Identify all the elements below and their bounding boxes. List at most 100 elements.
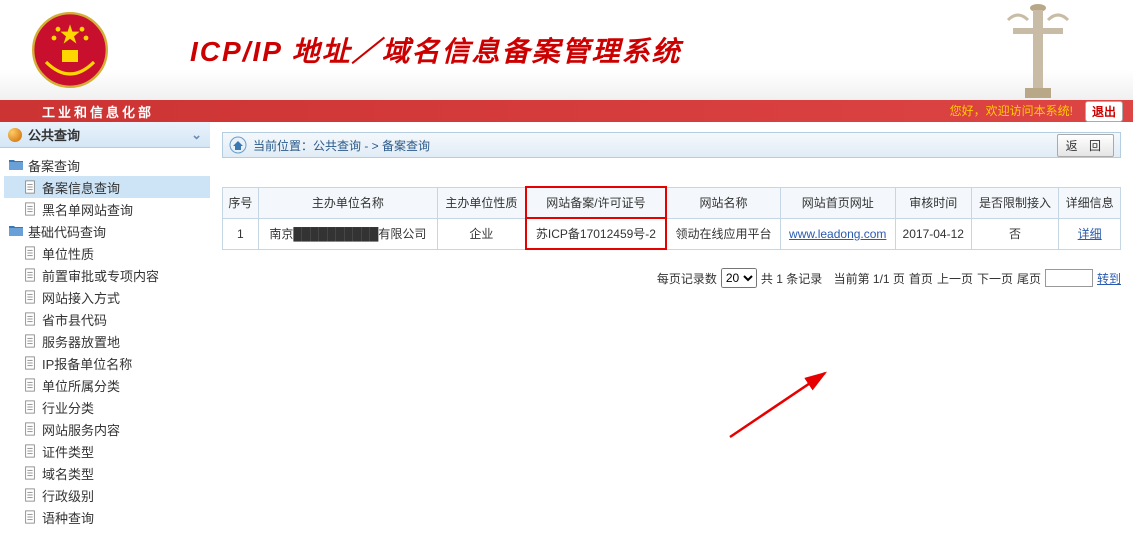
document-icon <box>22 399 38 415</box>
detail-link[interactable]: 详细 <box>1078 227 1102 241</box>
sidebar-title[interactable]: 公共查询 ⌄ <box>0 122 210 148</box>
tree-item-basecode-0[interactable]: 单位性质 <box>4 242 210 264</box>
pager-current: 当前第 1/1 页 <box>834 270 905 287</box>
tree-label: 证件类型 <box>42 442 94 461</box>
document-icon <box>22 311 38 327</box>
tree-item-basecode-6[interactable]: 单位所属分类 <box>4 374 210 396</box>
tree-label: 行政级别 <box>42 486 94 505</box>
col-header: 审核时间 <box>895 187 971 218</box>
breadcrumb: 当前位置：公共查询 - > 备案查询 返 回 <box>222 132 1121 158</box>
tree-label: 基础代码查询 <box>28 222 106 241</box>
document-icon <box>22 421 38 437</box>
tree-label: IP报备单位名称 <box>42 354 132 373</box>
pager: 每页记录数 20 共 1 条记录 当前第 1/1 页 首页 上一页 下一页 尾页… <box>222 268 1121 288</box>
system-title: ICP/IP 地址／域名信息备案管理系统 <box>190 30 682 70</box>
folder-icon <box>8 157 24 173</box>
ministry-name: 工业和信息化部 <box>42 102 154 121</box>
tree-label: 省市县代码 <box>42 310 107 329</box>
document-icon <box>22 333 38 349</box>
pager-last[interactable]: 尾页 <box>1017 270 1041 287</box>
tree-item-basecode-7[interactable]: 行业分类 <box>4 396 210 418</box>
document-icon <box>22 355 38 371</box>
logout-button[interactable]: 退出 <box>1085 101 1123 122</box>
home-icon[interactable] <box>229 136 247 154</box>
breadcrumb-text: 当前位置：公共查询 - > 备案查询 <box>253 137 1057 154</box>
cell-index: 1 <box>223 218 259 249</box>
results-table: 序号主办单位名称主办单位性质网站备案/许可证号网站名称网站首页网址审核时间是否限… <box>222 186 1121 250</box>
national-emblem-icon <box>30 10 110 90</box>
tree-label: 域名类型 <box>42 464 94 483</box>
cell-license-highlighted: 苏ICP备17012459号-2 <box>526 218 667 249</box>
tree-group-basecode[interactable]: 基础代码查询 <box>4 220 210 242</box>
tree-label: 单位所属分类 <box>42 376 120 395</box>
tree-item-basecode-12[interactable]: 语种查询 <box>4 506 210 528</box>
pager-goto-input[interactable] <box>1045 269 1093 287</box>
cell-url: www.leadong.com <box>780 218 895 249</box>
perpage-label: 每页记录数 <box>657 270 717 287</box>
tree-item-blacklist[interactable]: 黑名单网站查询 <box>4 198 210 220</box>
cell-audit: 2017-04-12 <box>895 218 971 249</box>
cell-sponsor: 南京██████████有限公司 <box>258 218 437 249</box>
pager-prev[interactable]: 上一页 <box>937 270 973 287</box>
nav-tree: 备案查询 备案信息查询 黑名单网站查询 基础代码查询 单位性质前置审批或专项内容… <box>0 148 210 534</box>
tree-item-basecode-8[interactable]: 网站服务内容 <box>4 418 210 440</box>
tree-label: 单位性质 <box>42 244 94 263</box>
welcome-text: 您好，欢迎访问本系统! <box>950 102 1073 119</box>
huabiao-ornament-icon <box>1003 0 1073 100</box>
cell-detail: 详细 <box>1059 218 1121 249</box>
tree-label: 前置审批或专项内容 <box>42 266 159 285</box>
col-header: 序号 <box>223 187 259 218</box>
document-icon <box>22 267 38 283</box>
col-header: 网站备案/许可证号 <box>526 187 667 218</box>
cell-restricted: 否 <box>971 218 1059 249</box>
tree-label: 语种查询 <box>42 508 94 527</box>
perpage-select[interactable]: 20 <box>721 268 757 288</box>
pager-next[interactable]: 下一页 <box>977 270 1013 287</box>
sidebar: 公共查询 ⌄ 备案查询 备案信息查询 黑名单网站查询 基础代码查询 单位性质前置… <box>0 122 210 534</box>
bullet-icon <box>8 128 22 142</box>
tree-label: 网站服务内容 <box>42 420 120 439</box>
chevron-down-icon: ⌄ <box>191 127 202 143</box>
sidebar-title-label: 公共查询 <box>28 125 80 144</box>
pager-total: 共 1 条记录 <box>761 270 822 287</box>
tree-label: 备案信息查询 <box>42 178 120 197</box>
document-icon <box>22 443 38 459</box>
tree-item-basecode-3[interactable]: 省市县代码 <box>4 308 210 330</box>
col-header: 主办单位性质 <box>438 187 526 218</box>
tree-item-basecode-1[interactable]: 前置审批或专项内容 <box>4 264 210 286</box>
pager-goto[interactable]: 转到 <box>1097 270 1121 287</box>
tree-label: 备案查询 <box>28 156 80 175</box>
document-icon <box>22 465 38 481</box>
tree-label: 黑名单网站查询 <box>42 200 133 219</box>
tree-item-basecode-5[interactable]: IP报备单位名称 <box>4 352 210 374</box>
tree-item-basecode-9[interactable]: 证件类型 <box>4 440 210 462</box>
tree-label: 行业分类 <box>42 398 94 417</box>
document-icon <box>22 377 38 393</box>
col-header: 是否限制接入 <box>971 187 1059 218</box>
site-url-link[interactable]: www.leadong.com <box>789 227 886 241</box>
tree-item-basecode-2[interactable]: 网站接入方式 <box>4 286 210 308</box>
tree-group-beian[interactable]: 备案查询 <box>4 154 210 176</box>
document-icon <box>22 245 38 261</box>
document-icon <box>22 179 38 195</box>
back-button[interactable]: 返 回 <box>1057 134 1114 157</box>
header: ICP/IP 地址／域名信息备案管理系统 <box>0 0 1133 100</box>
folder-icon <box>8 223 24 239</box>
tree-label: 网站接入方式 <box>42 288 120 307</box>
tree-item-basecode-4[interactable]: 服务器放置地 <box>4 330 210 352</box>
document-icon <box>22 509 38 525</box>
tree-item-beian-info[interactable]: 备案信息查询 <box>4 176 210 198</box>
tree-item-basecode-11[interactable]: 行政级别 <box>4 484 210 506</box>
cell-nature: 企业 <box>438 218 526 249</box>
annotation-arrow-icon <box>720 367 850 447</box>
results-table-container: 序号主办单位名称主办单位性质网站备案/许可证号网站名称网站首页网址审核时间是否限… <box>222 186 1121 250</box>
pager-first[interactable]: 首页 <box>909 270 933 287</box>
document-icon <box>22 487 38 503</box>
tree-label: 服务器放置地 <box>42 332 120 351</box>
tree-item-basecode-10[interactable]: 域名类型 <box>4 462 210 484</box>
cell-sitename: 领动在线应用平台 <box>666 218 780 249</box>
document-icon <box>22 289 38 305</box>
col-header: 网站首页网址 <box>780 187 895 218</box>
col-header: 详细信息 <box>1059 187 1121 218</box>
content-area: 当前位置：公共查询 - > 备案查询 返 回 序号主办单位名称主办单位性质网站备… <box>210 122 1133 534</box>
